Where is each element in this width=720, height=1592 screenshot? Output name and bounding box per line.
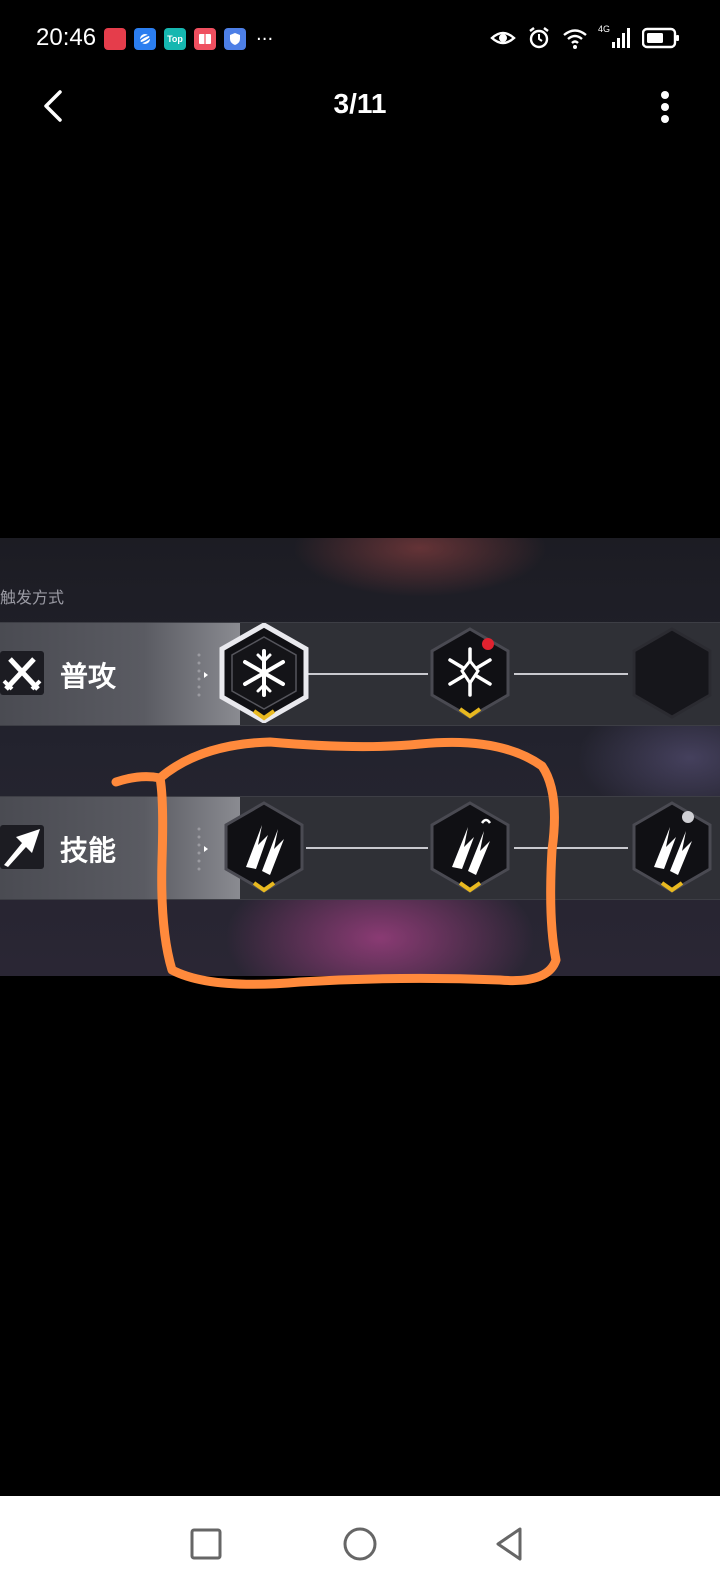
row-label: 普攻 — [60, 660, 117, 693]
node-connector — [306, 847, 428, 849]
row-header: 技能 — [0, 797, 240, 899]
viewer-header: 3/11 — [0, 80, 720, 132]
red-app-icon — [104, 28, 126, 50]
row-label: 技能 — [60, 834, 117, 867]
crossed-swords-icon — [0, 651, 44, 695]
status-time: 20:46 — [36, 24, 97, 51]
wifi-icon — [563, 29, 587, 49]
locked-skill-node[interactable] — [624, 623, 720, 723]
more-notifications-icon: ··· — [256, 28, 274, 50]
notification-app-icons: Top ··· — [104, 28, 273, 50]
trigger-row-skill: 技能 — [0, 796, 720, 900]
top-app-icon: Top — [164, 28, 186, 50]
battery-icon — [642, 27, 679, 49]
cellular-signal-icon: 4G — [598, 24, 632, 50]
recent-apps-button[interactable] — [186, 1524, 226, 1564]
book-app-icon — [194, 28, 216, 50]
frost-crystal-skill-node[interactable] — [422, 623, 518, 723]
section-label: 触发方式 — [0, 588, 65, 607]
status-indicators: 4G — [490, 24, 680, 50]
claw-skill-node[interactable] — [216, 797, 312, 897]
row-divider-dots — [197, 653, 208, 697]
skill-arrow-icon — [0, 825, 44, 869]
node-connector — [514, 673, 628, 675]
page-counter: 3/11 — [333, 88, 387, 119]
snowflake-skill-node[interactable] — [216, 623, 312, 723]
alarm-icon — [529, 27, 549, 49]
shield-app-icon — [224, 28, 246, 50]
notification-dot — [482, 638, 494, 650]
claw-skill-node-advanced[interactable] — [624, 797, 720, 897]
eye-icon — [490, 31, 516, 45]
claw-skill-node-upgraded[interactable] — [422, 797, 518, 897]
node-connector — [514, 847, 628, 849]
home-button[interactable] — [340, 1524, 380, 1564]
blue-planet-app-icon — [134, 28, 156, 50]
more-options-button[interactable] — [660, 90, 670, 124]
status-bar: 20:46 Top ··· 4G — [0, 0, 720, 80]
screenshot-image[interactable]: 触发方式 普攻 技能 — [0, 538, 720, 976]
row-divider-dots — [197, 827, 208, 871]
trigger-row-normal-attack: 普攻 — [0, 622, 720, 726]
node-connector — [306, 673, 428, 675]
back-nav-button[interactable] — [490, 1524, 530, 1564]
row-header: 普攻 — [0, 623, 240, 725]
system-navigation-bar — [0, 1496, 720, 1592]
